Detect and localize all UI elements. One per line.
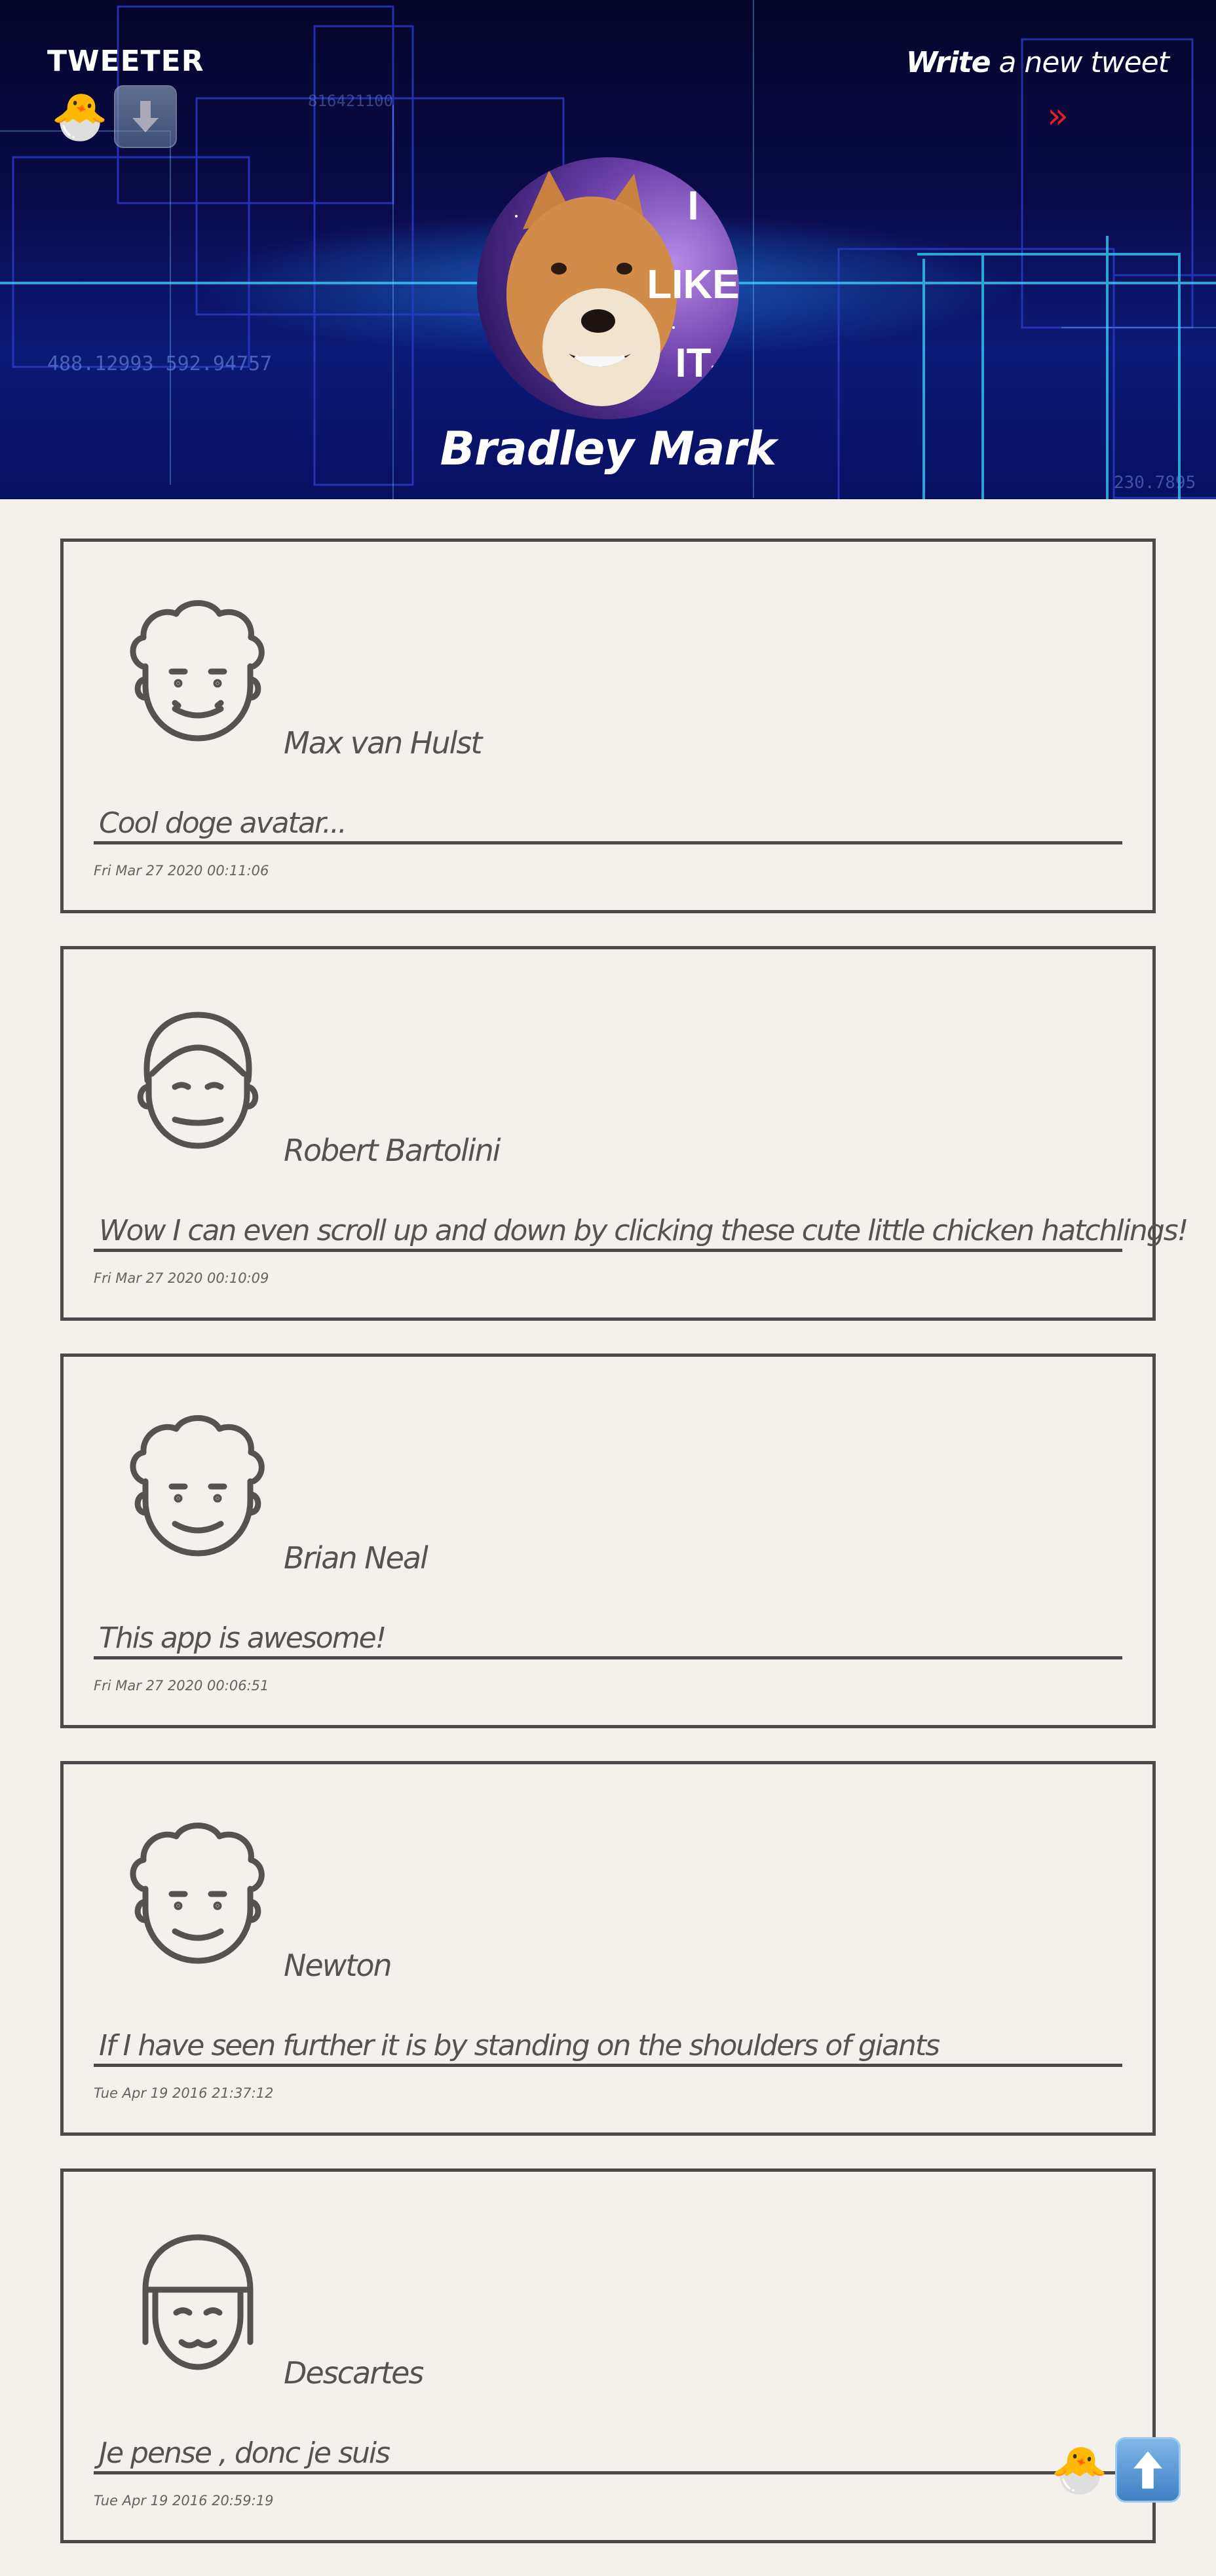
tweet-author[interactable]: Newton (284, 1948, 392, 1983)
tweet-date: Tue Apr 19 2016 20:59:19 (94, 2493, 274, 2509)
tweet-date: Fri Mar 27 2020 00:06:51 (94, 1678, 269, 1694)
down-arrow-icon[interactable] (114, 85, 177, 148)
hatching-chick-icon[interactable]: 🐣 (1048, 2438, 1111, 2501)
tweet-author[interactable]: Robert Bartolini (284, 1133, 501, 1168)
tweet-card: Descartes Je pense , donc je suis Tue Ap… (60, 2169, 1156, 2543)
curly-hair-avatar-icon (116, 1403, 280, 1566)
hatching-chick-icon[interactable]: 🐣 (48, 85, 111, 148)
tweet-date: Tue Apr 19 2016 21:37:12 (94, 2085, 274, 2101)
tweet-author[interactable]: Descartes (284, 2355, 424, 2391)
bob-hair-avatar-icon (116, 2218, 280, 2381)
double-chevron-right-icon[interactable]: » (1047, 98, 1069, 134)
bg-number: 230.7895 (1114, 473, 1196, 493)
profile-header: 488.12993 592.94757 230.7895 816421100 T… (0, 0, 1216, 499)
write-strong: Write (905, 46, 991, 79)
tweet-date: Fri Mar 27 2020 00:11:06 (94, 863, 269, 879)
tweet-date: Fri Mar 27 2020 00:10:09 (94, 1270, 269, 1286)
short-hair-avatar-icon (116, 995, 280, 1159)
bg-number: 488.12993 592.94757 (47, 352, 272, 375)
tweet-text: Je pense , donc je suis (94, 2436, 1122, 2474)
tweet-card: Robert Bartolini Wow I can even scroll u… (60, 946, 1188, 1321)
curly-hair-avatar-icon (116, 1810, 280, 1974)
tweet-text: If I have seen further it is by standing… (94, 2029, 1122, 2067)
tweet-card: Brian Neal This app is awesome! Fri Mar … (60, 1354, 1156, 1728)
tweet-author[interactable]: Brian Neal (284, 1540, 428, 1576)
avatar-caption: LIKE (647, 262, 739, 307)
up-arrow-icon[interactable] (1115, 2437, 1181, 2503)
tweet-feed: Max van Hulst Cool doge avatar... Fri Ma… (60, 539, 1188, 2576)
app-logo[interactable]: TWEETER (47, 45, 204, 78)
tweet-card: Newton If I have seen further it is by s… (60, 1761, 1156, 2136)
profile-avatar: I LIKE IT (477, 157, 739, 419)
tweet-text: Wow I can even scroll up and down by cli… (94, 1214, 1188, 1252)
tweet-text: Cool doge avatar... (94, 806, 1122, 844)
tweet-text: This app is awesome! (94, 1621, 1122, 1659)
bg-number: 816421100 (308, 92, 393, 110)
scroll-up-controls: 🐣 (1048, 2437, 1181, 2503)
tweet-author[interactable]: Max van Hulst (284, 725, 482, 761)
curly-hair-avatar-icon (116, 588, 280, 751)
write-rest: a new tweet (990, 46, 1169, 79)
tweet-card: Max van Hulst Cool doge avatar... Fri Ma… (60, 539, 1156, 913)
header-controls: 🐣 (48, 85, 177, 148)
profile-name: Bradley Mark (440, 422, 777, 476)
write-new-tweet-link[interactable]: Write a new tweet (906, 46, 1169, 79)
